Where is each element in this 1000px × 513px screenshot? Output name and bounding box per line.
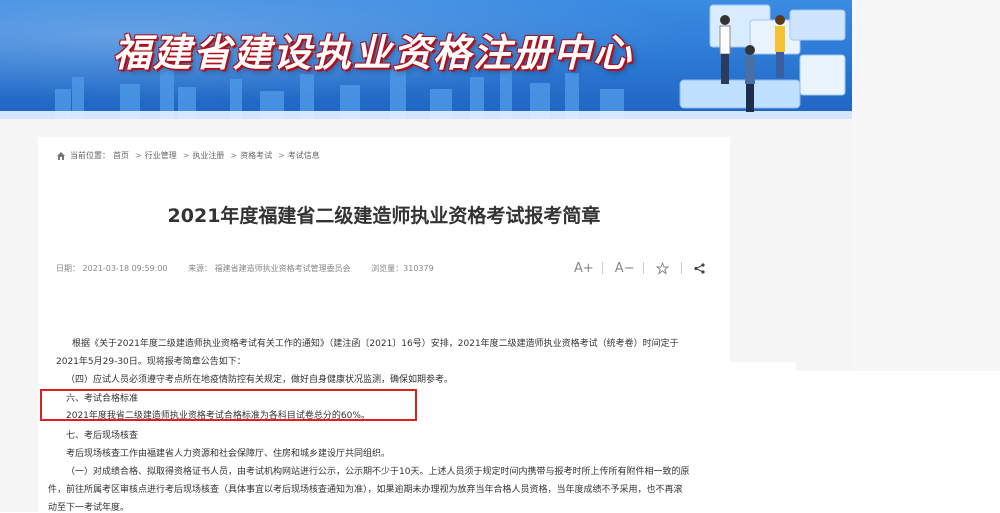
paragraph-item-4: （四）应试人员必须遵守考点所在地疫情防控有关规定，做好自身健康状况监测，确保如期… — [66, 375, 454, 385]
paragraph-item-1-cont: 件，前往所属考区审核点进行考后现场核查（具体事宜以考后现场核查通知为准），如果逾… — [48, 485, 683, 495]
right-background — [852, 0, 1000, 371]
business-people-illustration — [679, 4, 846, 112]
section-heading-7: 七、考后现场核查 — [66, 431, 139, 441]
breadcrumb-separator: > — [135, 151, 142, 160]
breadcrumb-separator: > — [182, 151, 190, 160]
breadcrumb-separator: > — [230, 151, 238, 160]
article-source: 来源： 福建省建造师执业资格考试管理委员会 — [188, 264, 351, 273]
paragraph-intro-cont: 2021年5月29-30日。现将报考简章公告如下： — [56, 357, 246, 367]
star-icon[interactable] — [655, 261, 669, 275]
paragraph-item-1: （一）对成绩合格、拟取得资格证书人员，由考试机构网站进行公示，公示期不少于10天… — [66, 467, 690, 477]
share-icon[interactable] — [693, 262, 705, 274]
article-views: 浏览量：310379 — [371, 264, 434, 273]
tool-divider — [680, 262, 682, 274]
article-meta: 日期： 2021-03-18 09:59:00 来源： 福建省建造师执业资格考试… — [56, 263, 452, 274]
banner-title: 福建省建设执业资格注册中心 — [113, 30, 634, 75]
page-background-left — [0, 371, 38, 512]
breadcrumb-separator: > — [278, 151, 285, 160]
highlight-box — [40, 389, 417, 421]
article-date: 日期： 2021-03-18 09:59:00 — [56, 264, 168, 273]
font-decrease-button[interactable]: A− — [615, 261, 635, 276]
article-title: 2021年度福建省二级建造师执业资格考试报考简章 — [167, 205, 601, 227]
font-increase-button[interactable]: A+ — [574, 261, 594, 276]
breadcrumb: 当前位置： 首页 > 行业管理 > 执业注册 > 资格考试 > 考试信息 — [56, 150, 323, 161]
header-banner: 福建省建设执业资格注册中心 — [0, 0, 852, 119]
breadcrumb-prefix: 当前位置： — [70, 151, 110, 160]
breadcrumb-home[interactable]: 首页 — [113, 150, 129, 161]
paragraph-item-1-end: 动至下一考试年度。 — [48, 503, 130, 513]
tool-divider — [601, 262, 603, 274]
breadcrumb-registration[interactable]: 执业注册 — [192, 150, 224, 161]
home-icon — [57, 151, 65, 160]
tool-divider — [642, 262, 644, 274]
breadcrumb-exam-info[interactable]: 考试信息 — [288, 150, 320, 161]
breadcrumb-industry[interactable]: 行业管理 — [145, 150, 177, 161]
breadcrumb-exam[interactable]: 资格考试 — [240, 150, 272, 161]
paragraph-verification: 考后现场核查工作由福建省人力资源和社会保障厅、住房和城乡建设厅共同组织。 — [66, 449, 391, 459]
paragraph-intro: 根据《关于2021年度二级建造师执业资格考试有关工作的通知》（建注函〔2021〕… — [72, 339, 679, 349]
page-background-right — [730, 119, 852, 371]
article-tools: A+ A− — [574, 259, 714, 277]
